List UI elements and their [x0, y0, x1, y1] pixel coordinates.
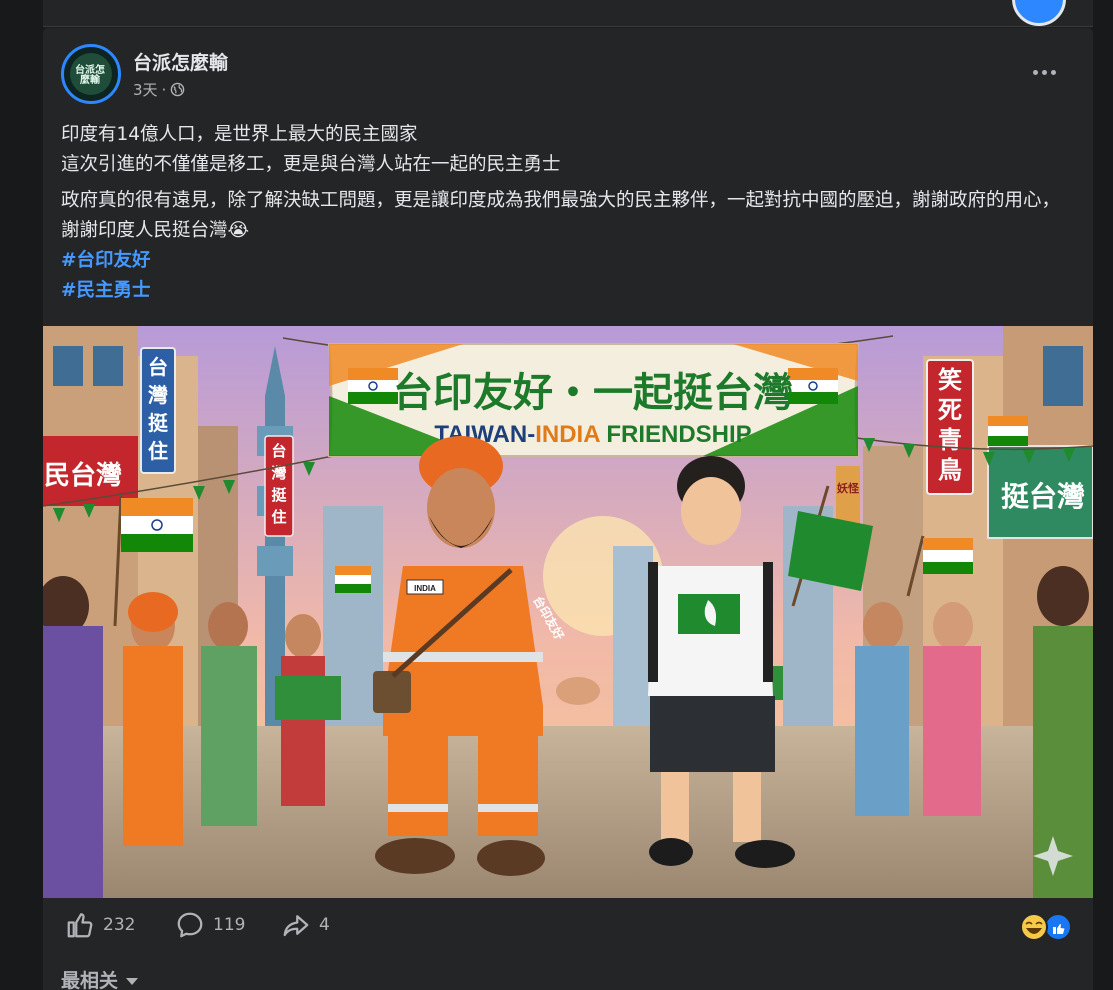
india-flag-small [988, 416, 1028, 446]
sign-char: 住 [148, 439, 168, 463]
comment-count: 119 [213, 915, 246, 935]
sign-text: 挺台灣 [1001, 480, 1085, 513]
chevron-down-icon [126, 978, 139, 985]
india-flag-banner-left [348, 368, 398, 404]
boot [477, 840, 545, 876]
reaction-summary[interactable] [1015, 912, 1075, 942]
like-count: 232 [103, 915, 136, 935]
comment-icon [177, 912, 203, 938]
sign-char: 灣 [148, 383, 168, 407]
like-button[interactable]: 232 [65, 910, 135, 940]
dot-icon [1032, 69, 1038, 75]
dot-icon [1041, 69, 1047, 75]
sign-char: 青 [938, 426, 962, 454]
action-bar: 232 119 4 [43, 898, 1093, 958]
post-meta: 3天 · [133, 79, 185, 100]
sign-char: 挺 [271, 486, 287, 504]
post-line: 這次引進的不僅僅是移工，更是與台灣人站在一起的民主勇士 [61, 154, 561, 175]
sign-char: 台 [148, 355, 168, 379]
share-icon [283, 915, 309, 937]
thumbs-up-icon [67, 913, 93, 938]
building [613, 546, 653, 746]
share-button[interactable]: 4 [281, 910, 330, 940]
globe-icon[interactable] [170, 82, 185, 97]
india-flag-crowd [335, 566, 371, 593]
post-line: 印度有14億人口，是世界上最大的民主國家 [61, 124, 418, 145]
right-gutter [1093, 0, 1113, 990]
sign-char: 鳥 [938, 456, 962, 484]
sign-text: 民台灣 [44, 460, 122, 491]
sign-char: 台 [271, 442, 286, 460]
banner-english-part: FRIENDSHIP [600, 421, 752, 448]
left-gutter [0, 26, 43, 990]
hashtag-link[interactable]: #台印友好 [61, 246, 1071, 276]
boot [375, 838, 455, 874]
share-count: 4 [319, 915, 330, 935]
dot-icon [1050, 69, 1056, 75]
haha-reaction-icon [1020, 913, 1048, 941]
previous-post-edge [43, 0, 1093, 27]
sign-char: 挺 [148, 411, 169, 435]
banner-english-part: INDIA [535, 421, 600, 448]
bag [373, 671, 411, 713]
hashtag-link[interactable]: #民主勇士 [61, 276, 1071, 306]
page-avatar[interactable]: 台派怎麼輸 [61, 44, 121, 104]
chest-badge: INDIA [414, 584, 436, 593]
meta-separator: · [161, 80, 167, 99]
comment-sort-dropdown[interactable]: 最相关 [61, 966, 139, 990]
post-time[interactable]: 3天 [133, 79, 158, 100]
page-name-link[interactable]: 台派怎麼輸 [133, 48, 228, 75]
sign-char: 死 [938, 396, 962, 424]
illustration: 台 灣 挺 住 民台灣 台 灣 挺 住 笑 死 青 鳥 挺台灣 妖怪 台印友好・… [43, 326, 1093, 898]
more-options-button[interactable] [1026, 62, 1062, 82]
banner-chinese-text: 台印友好・一起挺台灣 [393, 370, 793, 416]
post-image[interactable]: 台 灣 挺 住 民台灣 台 灣 挺 住 笑 死 青 鳥 挺台灣 妖怪 台印友好・… [43, 326, 1093, 898]
sign-char: 住 [271, 508, 286, 526]
sign-text: 妖怪 [837, 481, 860, 495]
comment-button[interactable]: 119 [175, 910, 245, 940]
holding-hands [556, 677, 600, 705]
sort-label: 最相关 [61, 970, 119, 990]
post-paragraph: 政府真的很有遠見，除了解決缺工問題，更是讓印度成為我們最強大的民主夥伴，一起對抗… [61, 190, 1061, 241]
shorts [650, 696, 775, 772]
post-text: 印度有14億人口，是世界上最大的民主國家 這次引進的不僅僅是移工，更是與台灣人站… [61, 120, 1071, 306]
india-flag-banner-right [788, 368, 838, 404]
feed-post: 台派怎麼輸 台派怎麼輸 3天 · 印度有14億人口，是世界上最大的民主國家 這次… [43, 28, 1093, 990]
sign-char: 笑 [938, 366, 962, 394]
avatar-logo-text: 台派怎麼輸 [75, 65, 105, 86]
